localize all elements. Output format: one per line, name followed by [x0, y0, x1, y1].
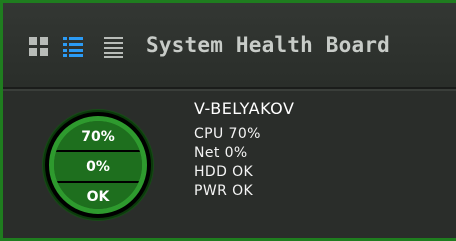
gauge-net-value: 0%	[54, 152, 142, 181]
machine-name[interactable]: V-BELYAKOV	[194, 99, 294, 119]
cpu-stat: CPU 70%	[194, 126, 261, 142]
widget-header: System Health Board	[3, 3, 456, 91]
gauge-status-value: OK	[54, 183, 142, 209]
status-gauge[interactable]: 70% 0% OK	[43, 110, 153, 220]
gauge-cpu-value: 70%	[54, 121, 142, 150]
list-view-icon[interactable]	[63, 37, 83, 57]
system-health-widget: System Health Board 70% 0% OK V-BELYAKOV…	[0, 0, 456, 241]
gauge-ring: 70% 0% OK	[49, 116, 147, 214]
hdd-stat: HDD OK	[194, 164, 254, 180]
widget-title: System Health Board	[146, 33, 391, 57]
lines-view-icon[interactable]	[104, 37, 124, 58]
net-stat: Net 0%	[194, 145, 248, 161]
machine-info: V-BELYAKOV CPU 70% Net 0% HDD OK PWR OK	[194, 99, 294, 201]
grid-view-icon[interactable]	[29, 37, 49, 57]
pwr-stat: PWR OK	[194, 183, 254, 199]
